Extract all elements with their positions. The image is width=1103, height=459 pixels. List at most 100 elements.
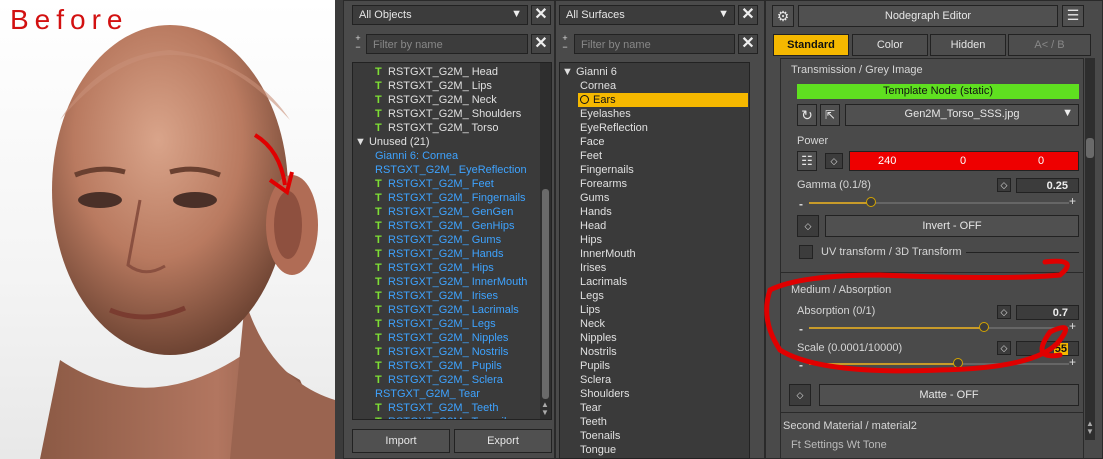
surface-item[interactable]: Cornea [560, 79, 749, 93]
unused-object-item[interactable]: T RSTGXT_G2M_ Sclera [355, 373, 551, 387]
surface-item[interactable]: Neck [560, 317, 749, 331]
unused-object-item[interactable]: T RSTGXT_G2M_ Lacrimals [355, 303, 551, 317]
unused-object-item[interactable]: T RSTGXT_G2M_ Teeth [355, 401, 551, 415]
unused-object-item[interactable]: T RSTGXT_G2M_ Nostrils [355, 345, 551, 359]
plus-icon[interactable]: + [1069, 194, 1076, 208]
unused-object-item[interactable]: T RSTGXT_G2M_ Legs [355, 317, 551, 331]
surface-item[interactable]: Ears [578, 93, 748, 107]
clear-surfaces-button[interactable]: ✕ [738, 5, 758, 25]
unused-object-item[interactable]: T RSTGXT_G2M_ Nipples [355, 331, 551, 345]
scroll-thumb[interactable] [1086, 138, 1094, 158]
tab-hidden[interactable]: Hidden [930, 34, 1006, 56]
expand-collapse-icon[interactable]: + − [352, 34, 364, 54]
tab-ab[interactable]: A< / B [1008, 34, 1091, 56]
object-item[interactable]: T RSTGXT_G2M_ Torso [355, 121, 551, 135]
menu-list-icon[interactable]: ☰ [1062, 5, 1084, 27]
unused-object-item[interactable]: T RSTGXT_G2M_ Irises [355, 289, 551, 303]
minus-icon[interactable]: - [799, 197, 803, 211]
keyframe-icon[interactable]: ◇ [997, 178, 1011, 192]
objects-list[interactable]: T RSTGXT_G2M_ Head T RSTGXT_G2M_ Lips T RSTGX… [352, 62, 552, 420]
surface-item[interactable]: Face [560, 135, 749, 149]
unused-group-header[interactable]: ▼ Unused (21) [355, 135, 551, 149]
unused-object-item[interactable]: RSTGXT_G2M_ Tear [355, 387, 551, 401]
surface-item[interactable]: Toenails [560, 429, 749, 443]
object-item[interactable]: T RSTGXT_G2M_ Neck [355, 93, 551, 107]
external-link-icon[interactable]: ⇱ [820, 104, 840, 126]
surface-item[interactable]: Lacrimals [560, 275, 749, 289]
surface-item[interactable]: Feet [560, 149, 749, 163]
import-button[interactable]: Import [352, 429, 450, 453]
clear-objects-button[interactable]: ✕ [531, 5, 551, 25]
gamma-slider-knob[interactable] [866, 197, 876, 207]
gear-icon[interactable]: ⚙ [772, 5, 794, 27]
list-icon[interactable]: ☷ [797, 151, 817, 171]
scroll-arrows-icon[interactable]: ▲ ▼ [541, 401, 549, 417]
object-item[interactable]: T RSTGXT_G2M_ Lips [355, 79, 551, 93]
unused-object-item[interactable]: T RSTGXT_G2M_ Gums [355, 233, 551, 247]
surface-item[interactable]: Eyelashes [560, 107, 749, 121]
surfaces-list[interactable]: ▼ Gianni 6 Cornea Ears Eyelashes EyeReflect… [559, 62, 750, 459]
surface-item[interactable]: Fingernails [560, 163, 749, 177]
nodegraph-editor-button[interactable]: Nodegraph Editor [798, 5, 1058, 27]
unused-object-item[interactable]: T RSTGXT_G2M_ InnerMouth [355, 275, 551, 289]
surface-item[interactable]: Legs [560, 289, 749, 303]
surfaces-dropdown[interactable]: All Surfaces ▼ [559, 5, 735, 25]
collapse-icon[interactable]: ▼ [355, 136, 369, 148]
unused-object-item[interactable]: T RSTGXT_G2M_ Hips [355, 261, 551, 275]
gamma-slider-track[interactable] [809, 202, 1069, 204]
unused-object-item[interactable]: T RSTGXT_G2M_ GenGen [355, 205, 551, 219]
surfaces-root[interactable]: ▼ Gianni 6 [560, 65, 749, 79]
surface-item[interactable]: Nostrils [560, 345, 749, 359]
clear-objects-filter-button[interactable]: ✕ [531, 34, 551, 54]
surface-item[interactable]: Irises [560, 261, 749, 275]
objects-dropdown[interactable]: All Objects ▼ [352, 5, 528, 25]
surface-item[interactable]: InnerMouth [560, 247, 749, 261]
surfaces-filter-input[interactable]: Filter by name [574, 34, 735, 54]
surface-item[interactable]: Pupils [560, 359, 749, 373]
unused-object-item[interactable]: T RSTGXT_G2M_ Toenails [355, 415, 551, 419]
object-item[interactable]: T RSTGXT_G2M_ Shoulders [355, 107, 551, 121]
surface-item[interactable]: Hands [560, 205, 749, 219]
texture-dropdown[interactable]: Gen2M_Torso_SSS.jpg ▼ [845, 104, 1079, 126]
render-preview-image: Before [0, 0, 335, 459]
surface-item[interactable]: Gums [560, 191, 749, 205]
surface-item[interactable]: EyeReflection [560, 121, 749, 135]
texture-icon: T [375, 276, 382, 288]
export-button[interactable]: Export [454, 429, 552, 453]
objects-scrollbar[interactable]: ▲ ▼ [540, 63, 551, 419]
power-color-field[interactable]: 240 0 0 [849, 151, 1079, 171]
refresh-icon[interactable]: ↻ [797, 104, 817, 126]
tab-color[interactable]: Color [852, 34, 928, 56]
surface-item[interactable]: Teeth [560, 415, 749, 429]
gamma-value[interactable]: 0.25 [1016, 178, 1079, 193]
surface-item[interactable]: Shoulders [560, 387, 749, 401]
expand-icon[interactable]: ▼ [562, 66, 576, 78]
surface-item[interactable]: Lips [560, 303, 749, 317]
tab-standard[interactable]: Standard [773, 34, 849, 56]
scroll-thumb[interactable] [542, 189, 549, 399]
surface-item-label: Legs [580, 290, 604, 302]
surface-item[interactable]: Sclera [560, 373, 749, 387]
keyframe-icon[interactable]: ◇ [825, 153, 843, 169]
surface-item[interactable]: Forearms [560, 177, 749, 191]
object-item[interactable]: T RSTGXT_G2M_ Head [355, 65, 551, 79]
surface-item[interactable]: Tear [560, 401, 749, 415]
unused-object-item[interactable]: T RSTGXT_G2M_ GenHips [355, 219, 551, 233]
unused-object-item[interactable]: T RSTGXT_G2M_ Hands [355, 247, 551, 261]
surface-item[interactable]: Hips [560, 233, 749, 247]
expand-collapse-icon[interactable]: + − [559, 34, 571, 54]
surface-item[interactable]: Head [560, 219, 749, 233]
scroll-arrows-icon[interactable]: ▲ ▼ [1086, 420, 1094, 436]
keyframe-icon[interactable]: ◇ [797, 215, 819, 237]
unused-object-item[interactable]: T RSTGXT_G2M_ Pupils [355, 359, 551, 373]
unused-object-item[interactable]: RSTGXT_G2M_ EyeReflection [355, 163, 551, 177]
surface-item[interactable]: Tongue [560, 443, 749, 457]
clear-surfaces-filter-button[interactable]: ✕ [738, 34, 758, 54]
unused-object-label: RSTGXT_G2M_ Sclera [388, 374, 503, 386]
unused-object-item[interactable]: Gianni 6: Cornea [355, 149, 551, 163]
unused-object-item[interactable]: T RSTGXT_G2M_ Feet [355, 177, 551, 191]
invert-button[interactable]: Invert - OFF [825, 215, 1079, 237]
unused-object-item[interactable]: T RSTGXT_G2M_ Fingernails [355, 191, 551, 205]
surface-item[interactable]: Nipples [560, 331, 749, 345]
objects-filter-input[interactable]: Filter by name [366, 34, 528, 54]
